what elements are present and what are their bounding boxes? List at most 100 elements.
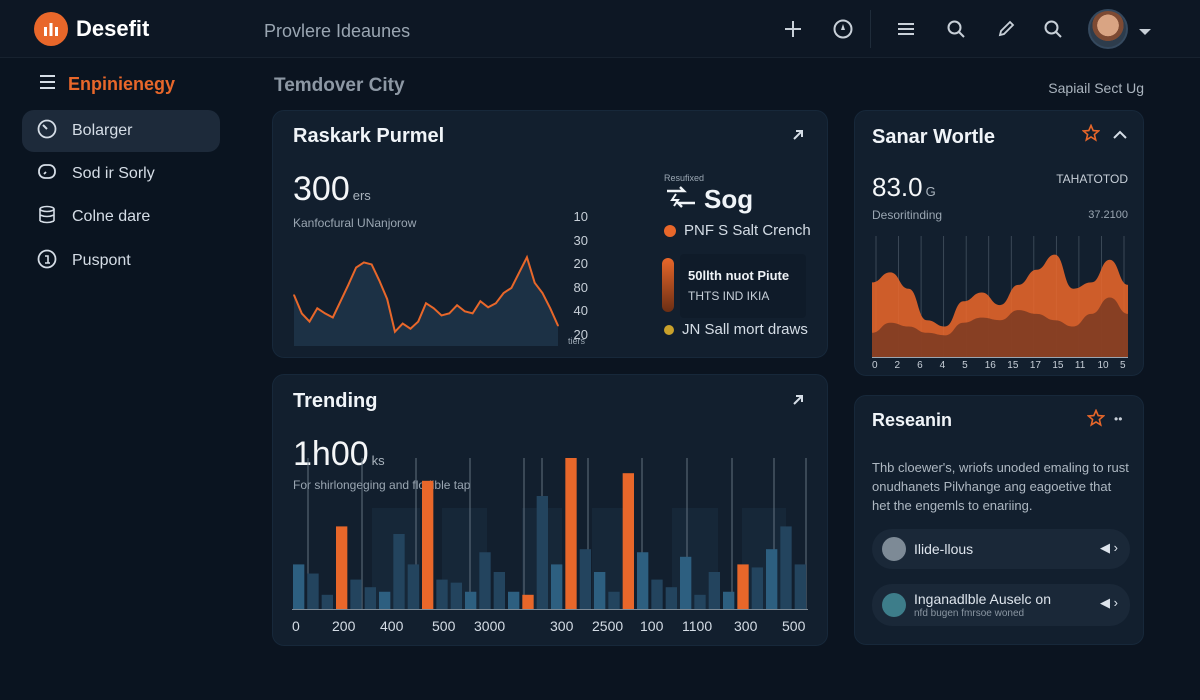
x-tick: 0 [872,360,878,371]
add-icon[interactable] [780,16,806,42]
sidebar-item-label: Bolarger [72,122,133,139]
metric-value: 300 ers [293,170,371,209]
bar [350,579,362,610]
toolbar-divider [870,10,871,48]
expand-icon[interactable] [790,392,808,410]
card-description: Thb cloewer's, wriofs unoded emaling to … [872,460,1129,513]
line-point [533,282,536,284]
card-title: Sanar Wortle [872,126,995,148]
sidebar-item-sod-ir-sorly[interactable]: Sod ir Sorly [22,153,220,195]
chat-icon [36,161,58,188]
legend-dot [664,324,674,335]
line-point [324,312,326,315]
search-secondary-icon[interactable] [1040,16,1066,42]
playback-controls-icon[interactable]: ◀ › [1100,540,1118,556]
list-item[interactable]: Ilide-llous ◀ › [872,529,1130,569]
line-point [549,307,552,310]
line-point [526,256,528,259]
line-point [479,300,482,302]
chevron-down-icon[interactable] [1138,24,1152,42]
legend-dot [664,224,676,237]
line-point [471,312,474,315]
y-tick: 40 [573,303,588,318]
star-icon[interactable] [1086,408,1106,432]
brand[interactable]: Desefit [34,12,149,46]
sidebar-item-puspont[interactable]: Puspont [22,240,220,282]
avatar[interactable] [1088,9,1128,49]
bar [737,564,749,610]
x-tick: 400 [380,618,404,634]
sidebar-header-label: Enpinienegy [68,74,176,94]
line-point [378,279,381,282]
sidebar-item-bolarger[interactable]: Bolarger [22,110,220,152]
line-point [394,330,396,333]
sidebar-header[interactable]: Enpinienegy [36,74,175,95]
playback-controls-icon[interactable]: ◀ › [1100,595,1118,611]
bar [551,564,563,610]
bar [708,572,720,610]
bar [579,549,591,610]
bar [407,564,419,610]
bar [379,591,391,610]
settings-link[interactable]: Sapiail Sect Ug [1048,80,1144,96]
bar [694,594,706,610]
metric-value: 83.0 G [872,172,936,203]
bar [522,594,534,610]
star-icon[interactable] [1081,123,1101,147]
bar [422,480,434,610]
x-tick: 500 [432,618,456,634]
bar [536,496,548,610]
bar-chart [292,458,808,610]
x-tick: 17 [1029,360,1041,371]
bar [794,564,806,610]
area-chart [872,236,1128,358]
x-tick: 500 [782,618,806,634]
chevron-up-icon[interactable] [1112,128,1128,146]
metric-unit: G [925,184,936,199]
bar [393,534,405,610]
metric-unit: ers [352,188,371,203]
top-bar: Desefit Provlere Ideaunes [0,0,1200,58]
line-point [355,266,357,269]
legend-header-small: Resufixed [664,173,705,183]
brand-logo-icon [34,12,68,46]
legend-label: THTS IND IKIA [688,289,770,303]
sidebar-item-colne-dare[interactable]: Colne dare [22,196,220,238]
line-point [300,312,303,315]
x-tick: 11 [1074,360,1086,371]
more-icon[interactable]: •• [1114,412,1122,426]
line-point [440,314,443,317]
legend-label: JN Sall mort draws [682,321,808,338]
avatar [882,537,906,561]
line-point [432,307,435,310]
bar [436,579,448,610]
bar [651,579,663,610]
line-point [464,310,466,313]
legend-bar [662,258,674,312]
list-item[interactable]: Inganadlble Auselc on nfd bugen fmrsoe wo… [872,584,1130,626]
line-point [502,292,505,294]
edit-icon[interactable] [993,16,1019,42]
compass-icon[interactable] [830,16,856,42]
bar [465,591,477,610]
line-point [409,327,412,330]
x-tick: 4 [939,360,946,371]
bar [766,549,778,610]
bar [336,526,348,610]
metric-caption: Desoritinding [872,208,943,222]
line-point [332,316,334,319]
x-tick: 15 [1052,360,1064,371]
menu-icon[interactable] [893,16,919,42]
brand-name: Desefit [76,16,150,41]
metric-number: 300 [293,170,350,208]
bar [608,591,620,610]
expand-icon[interactable] [790,127,808,145]
bar [751,567,763,610]
legend-header: Sog [664,184,753,215]
metric-caption: Kanfocfural UNanjorow [293,216,417,230]
y-axis-unit: tiers [568,336,586,346]
search-icon[interactable] [943,16,969,42]
x-tick: 6 [917,360,923,371]
bar [479,552,491,610]
line-point [386,298,388,300]
